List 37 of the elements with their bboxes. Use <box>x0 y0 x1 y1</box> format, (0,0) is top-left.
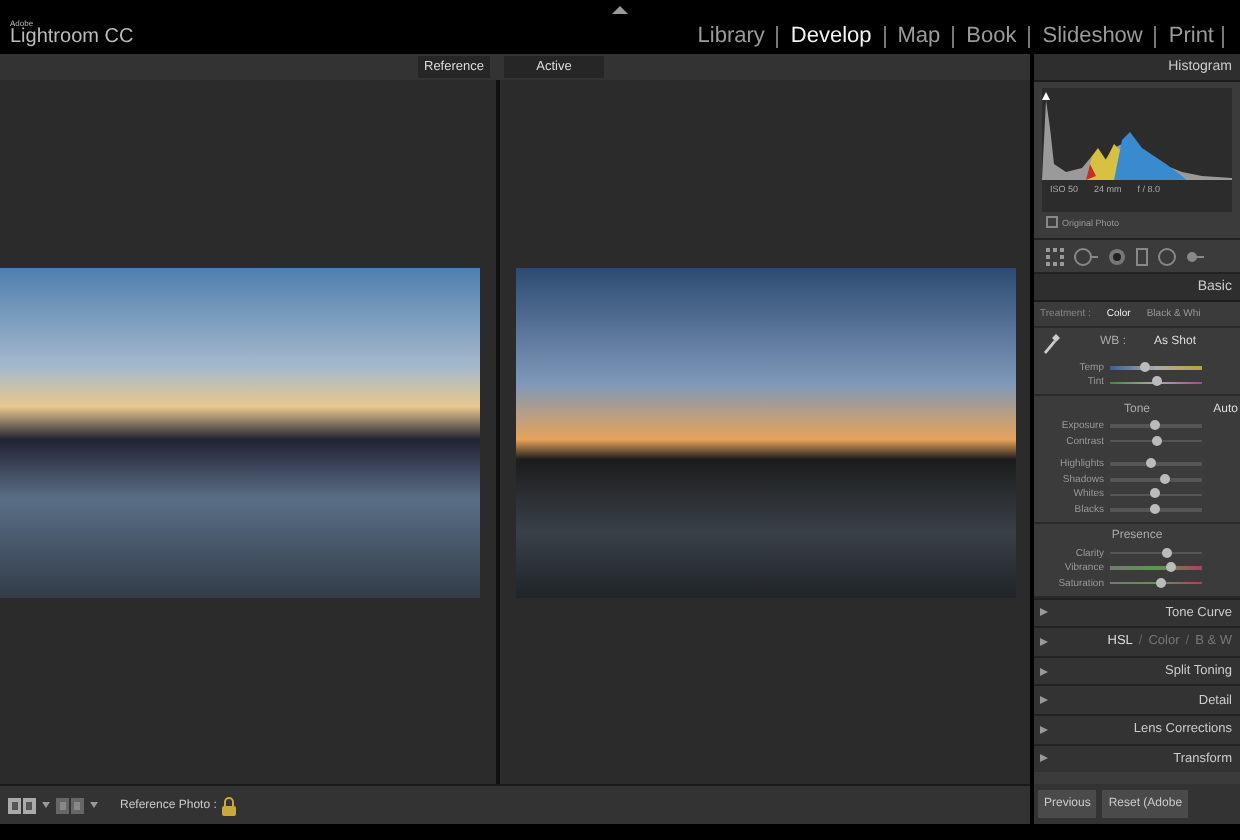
slider-thumb[interactable] <box>1166 562 1177 573</box>
caret-icon[interactable] <box>42 802 50 808</box>
lock-icon[interactable] <box>222 795 237 815</box>
module-tab[interactable]: Library <box>685 26 779 48</box>
slider-thumb[interactable] <box>1145 458 1156 469</box>
slider-thumb[interactable] <box>1150 504 1160 515</box>
caret-icon[interactable] <box>90 802 98 808</box>
slider-thumb[interactable] <box>1151 435 1162 446</box>
rectangle-icon[interactable] <box>1136 247 1148 265</box>
brush-slider-icon[interactable] <box>1186 247 1204 265</box>
app-name: Lightroom CC <box>10 28 134 48</box>
module-tab[interactable]: Slideshow <box>1030 26 1157 48</box>
compare-view-icon[interactable] <box>8 797 36 813</box>
disclosure-arrow-icon[interactable] <box>1040 667 1048 676</box>
ring-icon[interactable] <box>1108 247 1126 265</box>
module-tab[interactable]: Develop <box>778 26 886 48</box>
module-tab[interactable]: Book <box>954 26 1031 48</box>
circle-icon[interactable] <box>1158 247 1176 265</box>
slider-thumb[interactable] <box>1156 577 1167 588</box>
slider-thumb[interactable] <box>1159 473 1170 484</box>
slider-thumb[interactable] <box>1161 547 1172 558</box>
swap-view-icon[interactable] <box>56 797 84 813</box>
slider-thumb[interactable] <box>1150 488 1160 499</box>
eyedropper-icon[interactable] <box>1042 331 1060 353</box>
checkbox[interactable] <box>1046 216 1058 228</box>
slider-thumb[interactable] <box>1152 376 1163 387</box>
disclosure-arrow-icon[interactable] <box>1040 608 1048 617</box>
disclosure-arrow-icon[interactable] <box>1040 754 1048 763</box>
module-tab[interactable]: Print <box>1156 26 1224 48</box>
slider-thumb[interactable] <box>1150 420 1160 431</box>
disclosure-arrow-icon[interactable] <box>1040 637 1048 646</box>
module-tab[interactable]: Map <box>885 26 955 48</box>
slider-thumb[interactable] <box>1140 361 1151 372</box>
disclosure-arrow-icon[interactable] <box>1040 725 1048 734</box>
collapse-arrow-icon[interactable] <box>612 6 628 14</box>
disclosure-arrow-icon[interactable] <box>1040 696 1048 705</box>
grid-icon[interactable] <box>1046 247 1064 265</box>
